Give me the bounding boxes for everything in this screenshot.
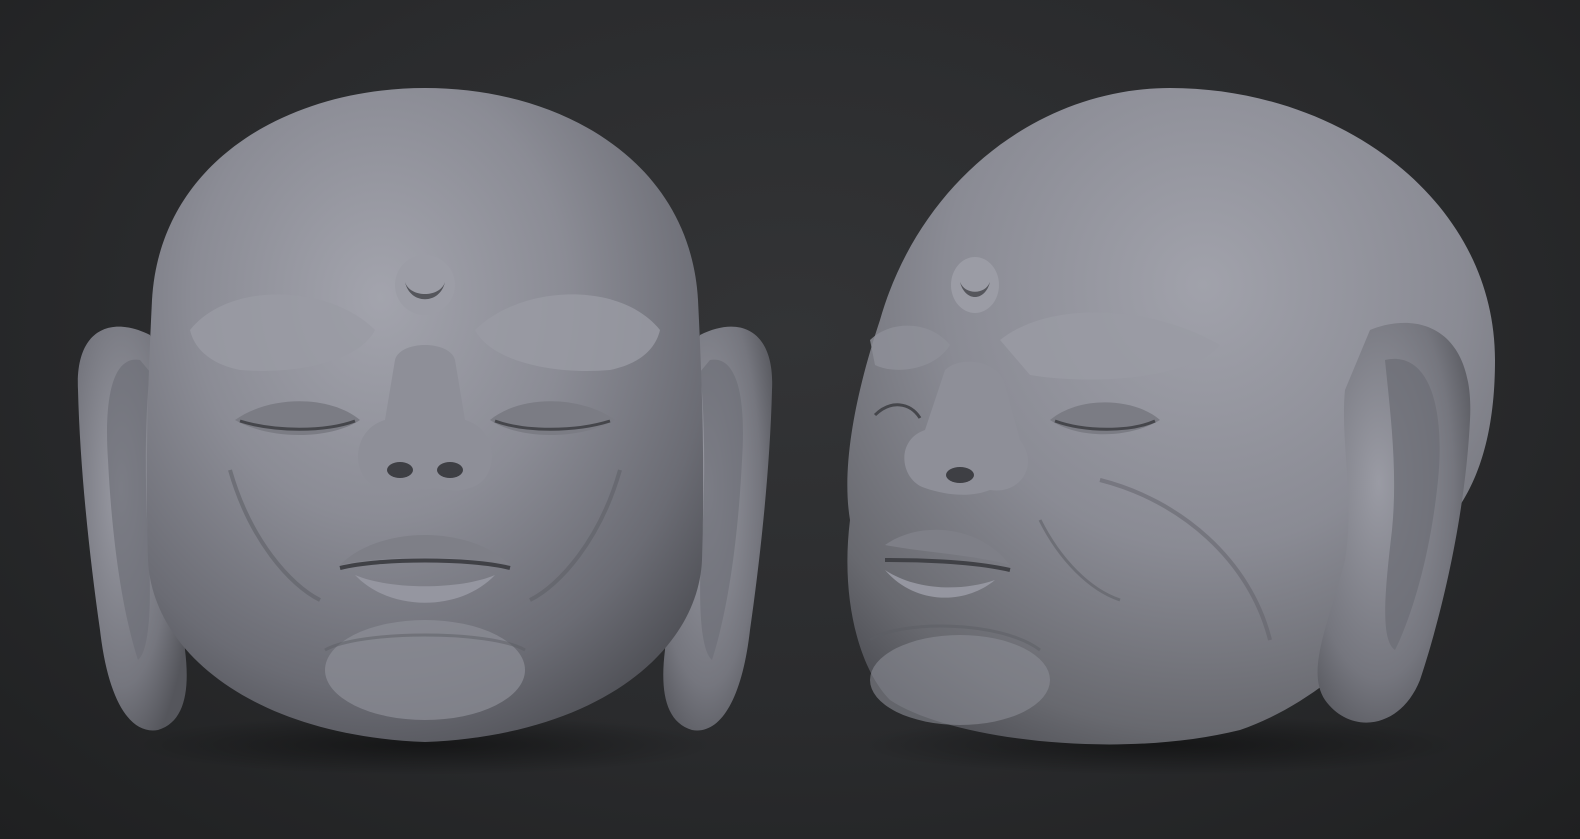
viewport	[0, 0, 1580, 839]
three-quarter-view-head	[847, 88, 1495, 775]
front-view-head	[77, 88, 773, 775]
render-canvas	[77, 88, 1495, 775]
